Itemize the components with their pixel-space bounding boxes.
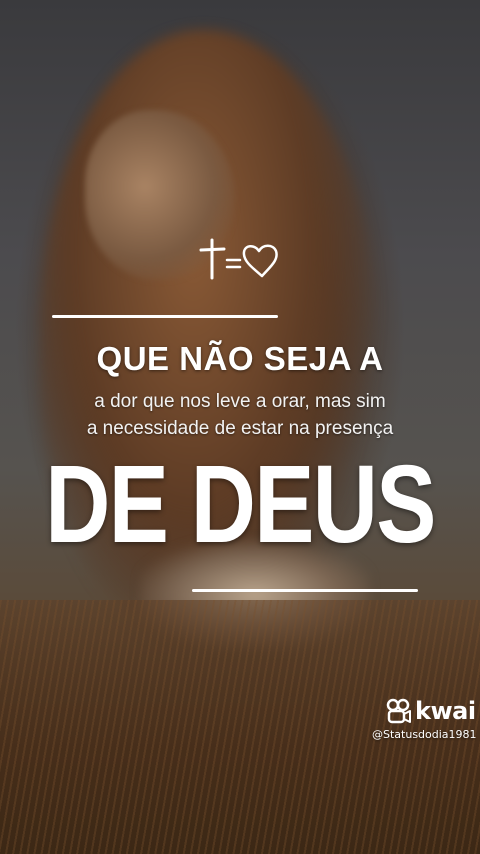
kwai-logo-icon: [386, 698, 411, 724]
kwai-logo: kwai: [386, 697, 476, 725]
headline: QUE NÃO SEJA A: [96, 340, 384, 377]
grass-foreground: [0, 600, 480, 854]
message-line-1: a dor que nos leve a orar, mas sim: [94, 391, 386, 412]
divider-top: [52, 315, 278, 318]
status-image: QUE NÃO SEJA A a dor que nos leve a orar…: [0, 0, 480, 854]
divider-bottom: [192, 589, 418, 592]
kwai-brand-text: kwai: [415, 697, 476, 725]
big-title: DE DEUS: [45, 443, 436, 566]
message-line-2: a necessidade de estar na presença: [86, 418, 394, 439]
cross-equals-heart-icon: [199, 238, 278, 280]
kwai-handle: @Statusdodia1981: [372, 728, 477, 741]
